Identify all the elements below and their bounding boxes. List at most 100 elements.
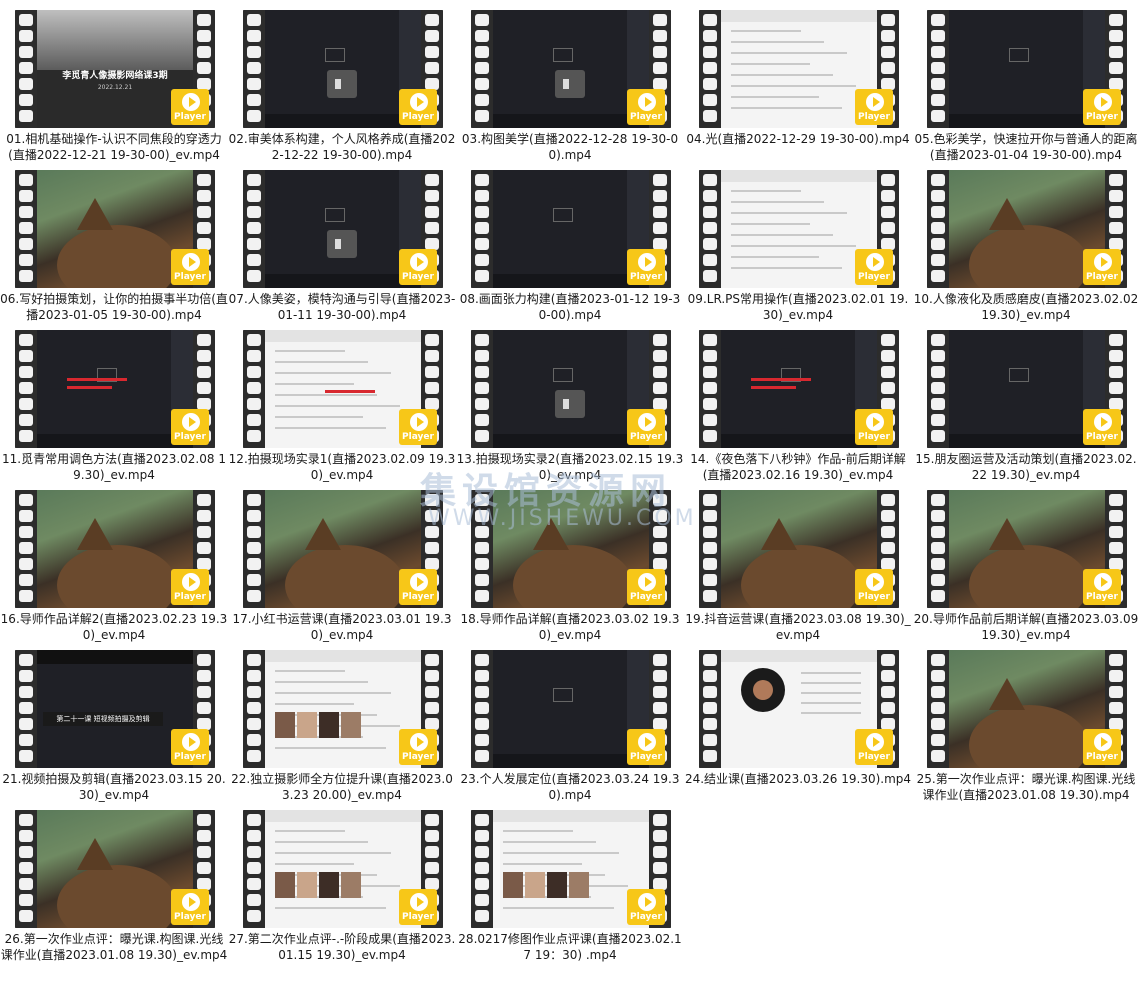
cat-head — [513, 545, 633, 608]
text-line — [275, 830, 345, 832]
text-line — [503, 863, 582, 865]
film-hole — [475, 46, 489, 58]
video-file-item[interactable]: Player 18.导师作品详解(直播2023.03.02 19.30)_ev.m… — [456, 480, 684, 642]
film-hole — [653, 190, 667, 202]
film-hole — [931, 654, 945, 666]
video-thumbnail[interactable]: Player — [243, 490, 443, 608]
video-preview — [37, 490, 193, 608]
film-hole — [247, 686, 261, 698]
video-file-item[interactable]: Player 22.独立摄影师全方位提升课(直播2023.03.23 20.00)… — [228, 640, 456, 802]
film-hole — [197, 46, 211, 58]
film-hole — [931, 270, 945, 282]
text-line — [503, 830, 573, 832]
film-strip — [927, 170, 949, 288]
video-file-item[interactable]: Player 08.画面张力构建(直播2023-01-12 19-30-00).m… — [456, 160, 684, 322]
video-thumbnail[interactable]: Player — [699, 490, 899, 608]
video-thumbnail[interactable]: Player — [471, 330, 671, 448]
video-thumbnail[interactable]: 第二十一课 短视频拍摄及剪辑 Player — [15, 650, 215, 768]
film-hole — [247, 222, 261, 234]
video-thumbnail[interactable]: Player — [15, 810, 215, 928]
film-hole — [247, 526, 261, 538]
video-file-item[interactable]: 第二十一课 短视频拍摄及剪辑 Player 21.视频拍摄及剪辑(直播2023.03… — [0, 640, 228, 802]
player-badge-label: Player — [402, 592, 434, 602]
video-file-item[interactable]: Player 02.审美体系构建，个人风格养成(直播2022-12-22 19-3… — [228, 0, 456, 162]
video-thumbnail[interactable]: 李觅青人像摄影网络课3期 2022.12.21 Player — [15, 10, 215, 128]
video-file-item[interactable]: Player 12.拍摄现场实录1(直播2023.02.09 19.30)_ev.… — [228, 320, 456, 482]
film-hole — [475, 718, 489, 730]
film-hole — [247, 238, 261, 250]
text-line — [801, 702, 861, 704]
video-thumbnail[interactable]: Player — [471, 170, 671, 288]
photo-thumbnail — [275, 872, 295, 898]
film-hole — [197, 334, 211, 346]
monitor-icon — [1009, 368, 1029, 382]
video-file-item[interactable]: Player 28.0217修图作业点评课(直播2023.02.17 19：30)… — [456, 800, 684, 962]
video-thumbnail[interactable]: Player — [243, 10, 443, 128]
film-hole — [1109, 190, 1123, 202]
video-file-item[interactable]: Player 09.LR.PS常用操作(直播2023.02.01 19.30)_e… — [684, 160, 912, 322]
video-thumbnail[interactable]: Player — [243, 170, 443, 288]
app-taskbar — [949, 114, 1105, 128]
video-file-item[interactable]: Player 15.朋友圈运营及活动策划(直播2023.02.22 19.30)_… — [912, 320, 1140, 482]
video-file-item[interactable]: Player 04.光(直播2022-12-29 19-30-00).mp4 — [684, 0, 912, 160]
video-file-item[interactable]: Player 11.觅青常用调色方法(直播2023.02.08 19.30)_ev… — [0, 320, 228, 482]
video-thumbnail[interactable]: Player — [243, 810, 443, 928]
video-file-item[interactable]: Player 20.导师作品前后期详解(直播2023.03.09 19.30)_e… — [912, 480, 1140, 642]
video-file-item[interactable]: Player 03.构图美学(直播2022-12-28 19-30-00).mp4 — [456, 0, 684, 162]
video-file-item[interactable]: 李觅青人像摄影网络课3期 2022.12.21 Player 01.相机基础操作-认识… — [0, 0, 228, 162]
film-hole — [19, 910, 33, 922]
film-strip — [927, 490, 949, 608]
video-thumbnail[interactable]: Player — [927, 10, 1127, 128]
video-thumbnail[interactable]: Player — [927, 650, 1127, 768]
film-hole — [19, 174, 33, 186]
film-hole — [475, 830, 489, 842]
video-thumbnail[interactable]: Player — [471, 810, 671, 928]
cat-ear — [989, 518, 1025, 550]
video-file-item[interactable]: Player 27.第二次作业点评-.-阶段成果(直播2023.01.15 19.… — [228, 800, 456, 962]
video-thumbnail[interactable]: Player — [927, 490, 1127, 608]
video-file-item[interactable]: Player 13.拍摄现场实录2(直播2023.02.15 19.30)_ev.… — [456, 320, 684, 482]
video-thumbnail[interactable]: Player — [471, 490, 671, 608]
video-thumbnail[interactable]: Player — [471, 650, 671, 768]
text-line — [731, 74, 833, 76]
video-thumbnail[interactable]: Player — [15, 330, 215, 448]
video-file-item[interactable]: Player 26.第一次作业点评：曝光课.构图课.光线课作业(直播2023.01… — [0, 800, 228, 962]
film-strip — [471, 650, 493, 768]
film-hole — [931, 62, 945, 74]
film-hole — [703, 702, 717, 714]
video-thumbnail[interactable]: Player — [699, 650, 899, 768]
video-file-item[interactable]: Player 23.个人发展定位(直播2023.03.24 19.30).mp4 — [456, 640, 684, 802]
file-name: 15.朋友圈运营及活动策划(直播2023.02.22 19.30)_ev.mp4 — [915, 452, 1137, 482]
video-thumbnail[interactable]: Player — [15, 170, 215, 288]
video-thumbnail[interactable]: Player — [243, 330, 443, 448]
photo-thumbnail — [503, 872, 523, 898]
video-thumbnail[interactable]: Player — [699, 330, 899, 448]
video-file-item[interactable]: Player 19.抖音运营课(直播2023.03.08 19.30)_ev.mp… — [684, 480, 912, 642]
file-name: 21.视频拍摄及剪辑(直播2023.03.15 20.30)_ev.mp4 — [2, 772, 226, 802]
video-thumbnail[interactable]: Player — [15, 490, 215, 608]
video-file-item[interactable]: Player 25.第一次作业点评：曝光课.构图课.光线课作业(直播2023.01… — [912, 640, 1140, 802]
video-thumbnail[interactable]: Player — [927, 170, 1127, 288]
photo-thumbnail — [569, 872, 589, 898]
player-badge: Player — [627, 889, 665, 925]
video-thumbnail[interactable]: Player — [699, 170, 899, 288]
video-thumbnail[interactable]: Player — [243, 650, 443, 768]
film-hole — [653, 30, 667, 42]
video-file-item[interactable]: Player 24.结业课(直播2023.03.26 19.30).mp4 — [684, 640, 912, 800]
text-line — [731, 30, 801, 32]
video-thumbnail[interactable]: Player — [471, 10, 671, 128]
document-header — [493, 810, 649, 822]
cat-head — [57, 545, 177, 608]
video-file-item[interactable]: Player 14.《夜色落下八秒钟》作品-前后期详解(直播2023.02.16 … — [684, 320, 912, 482]
video-thumbnail[interactable]: Player — [699, 10, 899, 128]
film-hole — [19, 350, 33, 362]
video-file-item[interactable]: Player 05.色彩美学，快速拉开你与普通人的距离(直播2023-01-04 … — [912, 0, 1140, 162]
film-hole — [247, 558, 261, 570]
video-file-item[interactable]: Player 07.人像美姿，模特沟通与引导(直播2023-01-11 19-30… — [228, 160, 456, 322]
video-file-item[interactable]: Player 16.导师作品详解2(直播2023.02.23 19.30)_ev.… — [0, 480, 228, 642]
video-file-item[interactable]: Player 17.小红书运营课(直播2023.03.01 19.30)_ev.m… — [228, 480, 456, 642]
video-file-item[interactable]: Player 10.人像液化及质感磨皮(直播2023.02.02 19.30)_e… — [912, 160, 1140, 322]
video-file-item[interactable]: Player 06.写好拍摄策划，让你的拍摄事半功倍(直播2023-01-05 1… — [0, 160, 228, 322]
video-thumbnail[interactable]: Player — [927, 330, 1127, 448]
player-badge-label: Player — [174, 912, 206, 922]
